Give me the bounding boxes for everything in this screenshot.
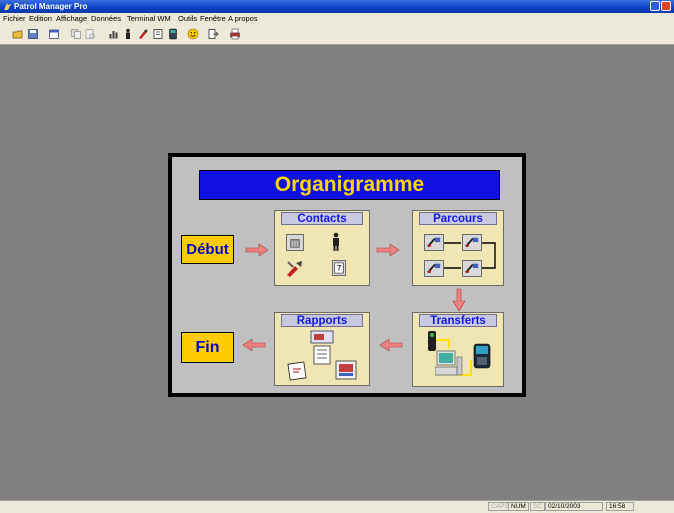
rapports-panel[interactable]: Rapports [274,312,370,386]
preview-icon[interactable] [84,28,96,40]
toolbar [0,25,674,45]
arrow-left-icon [379,338,403,352]
status-bar: CAPS NUM SC 02/10/2003 16:58 [0,500,674,513]
num-indicator: NUM [508,502,529,511]
fin-button[interactable]: Fin [181,332,234,363]
smiley-icon[interactable] [187,28,199,40]
guard-icon[interactable] [329,232,343,252]
menu-donnees[interactable]: Données [91,13,121,25]
person-icon[interactable] [122,28,134,40]
reader-icon[interactable] [137,28,149,40]
copy-icon[interactable] [70,28,82,40]
menu-fenetre[interactable]: Fenêtre [200,13,226,25]
contacts-title: Contacts [281,212,363,225]
close-button[interactable] [661,1,671,11]
menu-outils[interactable]: Outils [178,13,197,25]
report-icon[interactable] [287,361,307,381]
arrow-down-icon [452,288,466,312]
rapports-title: Rapports [281,314,363,327]
terminal-icon[interactable] [167,28,179,40]
report-icon[interactable] [313,345,331,365]
app-icon [4,3,11,10]
checkpoint-icon[interactable] [462,234,482,251]
document-icon[interactable] [152,28,164,40]
tools-icon[interactable] [285,259,305,278]
checkpoint-icon[interactable] [424,260,444,277]
title-bar: Patrol Manager Pro [0,0,674,13]
checkpoint-icon[interactable] [424,234,444,251]
open-icon[interactable] [12,28,24,40]
scroll-indicator: SC [530,502,546,511]
contacts-panel[interactable]: Contacts [274,210,370,286]
menu-edition[interactable]: Edition [29,13,52,25]
checkpoint-icon[interactable] [462,260,482,277]
time-display: 16:58 [606,502,634,511]
window-title: Patrol Manager Pro [14,2,88,11]
organigramme-title: Organigramme [199,170,500,200]
exit-icon[interactable] [207,28,219,40]
handheld-terminal-icon[interactable] [473,343,491,369]
arrow-right-icon [245,243,269,257]
arrow-right-icon [376,243,400,257]
date-display: 02/10/2003 [545,502,603,511]
organigramme-frame: Organigramme Début Contacts Parcours Tra… [168,153,526,397]
menu-terminal-wm[interactable]: Terminal WM [127,13,171,25]
calendar-icon[interactable] [48,28,60,40]
building-icon[interactable] [286,234,304,251]
transferts-panel[interactable]: Transferts [412,312,504,387]
parcours-panel[interactable]: Parcours [412,210,504,286]
organigramme-panel: Organigramme Début Contacts Parcours Tra… [172,157,522,393]
report-icon[interactable] [310,330,334,344]
menu-affichage[interactable]: Affichage [56,13,87,25]
save-icon[interactable] [27,28,39,40]
chart-icon[interactable] [108,28,120,40]
report-icon[interactable] [335,360,357,380]
computer-icon[interactable] [435,349,463,379]
menu-fichier[interactable]: Fichier [3,13,26,25]
minimize-button[interactable] [650,1,660,11]
contact-card-icon[interactable] [332,260,346,276]
arrow-left-icon [242,338,266,352]
menu-a-propos[interactable]: A propos [228,13,258,25]
debut-button[interactable]: Début [181,235,234,264]
printer-icon[interactable] [229,28,241,40]
menu-bar: Fichier Edition Affichage Données Termin… [0,13,674,25]
